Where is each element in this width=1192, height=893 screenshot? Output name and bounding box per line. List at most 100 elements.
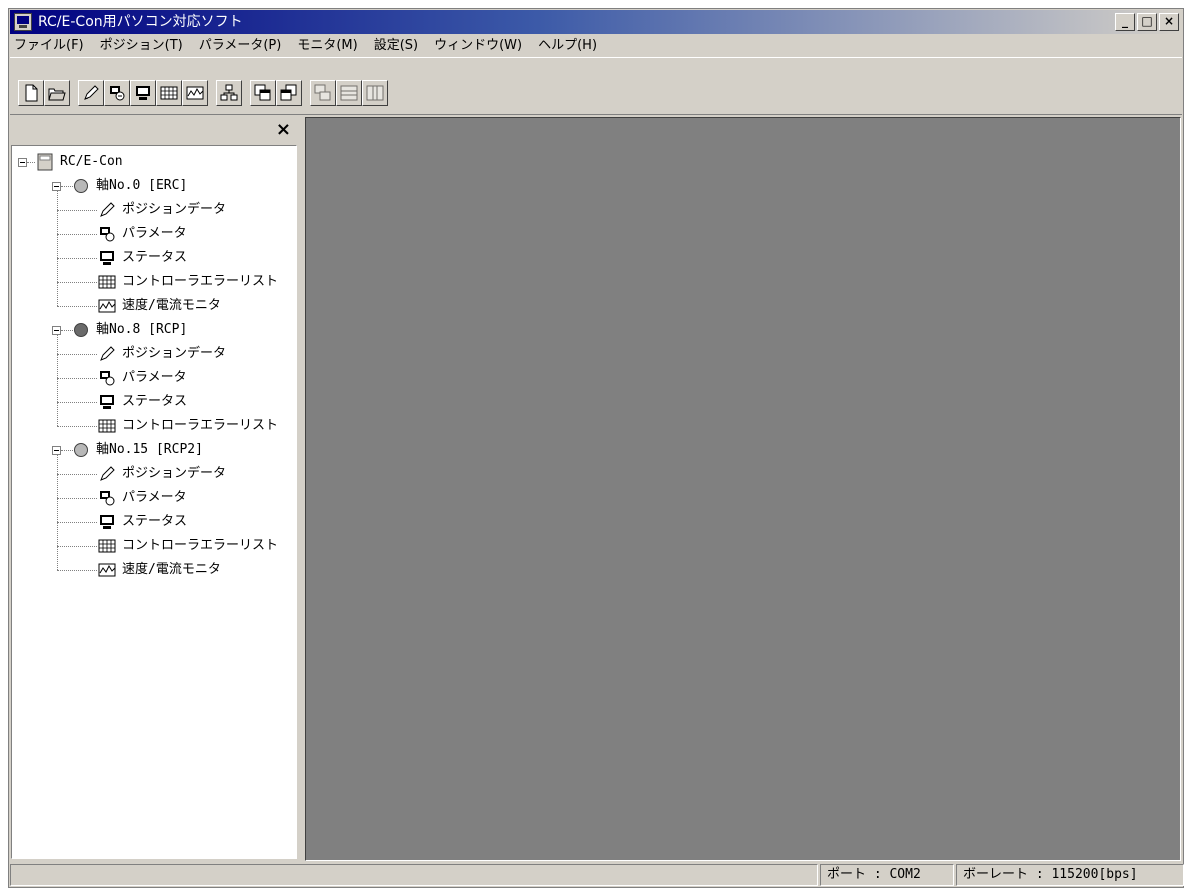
pencil-icon (98, 201, 116, 219)
parameter-button[interactable] (104, 80, 130, 106)
open-button[interactable] (44, 80, 70, 106)
close-button[interactable]: × (1159, 13, 1179, 31)
tree-item-parameter[interactable]: パラメータ (122, 222, 187, 246)
tree-connector (57, 498, 97, 499)
axis-tree-pane: × RC/E-Con 軸No.0 [ERC] ポジションデータ パラメータ ステータスコ… (11, 117, 297, 861)
tree-item-controller-error-list[interactable]: コントローラエラーリスト (122, 534, 278, 558)
tree-connector (57, 258, 97, 259)
pane-close-icon[interactable]: × (276, 120, 291, 140)
pencil-icon (98, 465, 116, 483)
pencil-icon (84, 85, 99, 100)
tree-connector (57, 426, 97, 427)
tree-connector (57, 402, 97, 403)
axis-status-icon (74, 443, 88, 457)
cascade-button[interactable] (310, 80, 336, 106)
tree-item-parameter[interactable]: パラメータ (122, 486, 187, 510)
axis-status-icon (74, 179, 88, 193)
app-icon[interactable] (14, 13, 32, 31)
axis-status-icon (74, 323, 88, 337)
tile-horizontal-button[interactable] (336, 80, 362, 106)
menu-position[interactable]: ポジション(T) (92, 35, 191, 57)
tree-connector (57, 522, 97, 523)
new-file-button[interactable] (18, 80, 44, 106)
caption-buttons: _ □ × (1113, 13, 1179, 31)
tree-axis-label[interactable]: 軸No.8 [RCP] (96, 318, 187, 342)
tile-vertical-icon (366, 85, 384, 101)
menu-parameter[interactable]: パラメータ(P) (191, 35, 290, 57)
menu-window[interactable]: ウィンドウ(W) (426, 35, 530, 57)
copy-window-button[interactable] (250, 80, 276, 106)
axis-tree[interactable]: RC/E-Con 軸No.0 [ERC] ポジションデータ パラメータ ステータス コント… (11, 145, 297, 859)
tree-item-position-data[interactable]: ポジションデータ (122, 198, 226, 222)
collapse-toggle[interactable] (52, 446, 61, 455)
chart-icon (98, 561, 116, 579)
error-list-icon (98, 537, 116, 555)
tile-horizontal-icon (340, 85, 358, 101)
collapse-toggle[interactable] (52, 326, 61, 335)
collapse-toggle[interactable] (52, 182, 61, 191)
tree-axis-label[interactable]: 軸No.0 [ERC] (96, 174, 187, 198)
speed-monitor-button[interactable] (182, 80, 208, 106)
tree-item-status[interactable]: ステータス (122, 246, 187, 270)
tile-vertical-button[interactable] (362, 80, 388, 106)
minimize-button[interactable]: _ (1115, 13, 1135, 31)
controller-icon (36, 153, 54, 171)
maximize-button[interactable]: □ (1137, 13, 1157, 31)
parameter-icon (98, 369, 116, 387)
status-button[interactable] (130, 80, 156, 106)
tree-axis-label[interactable]: 軸No.15 [RCP2] (96, 438, 203, 462)
tree-connector (57, 234, 97, 235)
cascade-icon (314, 84, 331, 101)
tree-connector (57, 378, 97, 379)
tree-item-speed-current-monitor[interactable]: 速度/電流モニタ (122, 558, 221, 582)
tree-connector (57, 354, 97, 355)
tree-connector (57, 335, 58, 426)
paste-window-icon (280, 84, 297, 101)
tree-pane-header: × (11, 117, 297, 143)
tree-item-status[interactable]: ステータス (122, 390, 187, 414)
tree-connector (57, 191, 58, 306)
monitor-icon (98, 393, 116, 411)
error-list-icon (98, 417, 116, 435)
tree-connector (57, 306, 97, 307)
menu-bar: ファイル(F) ポジション(T) パラメータ(P) モニタ(M) 設定(S) ウ… (10, 35, 1182, 57)
tree-item-position-data[interactable]: ポジションデータ (122, 342, 226, 366)
tree-root-label[interactable]: RC/E-Con (60, 150, 123, 174)
toolbar (10, 57, 1182, 115)
error-list-icon (98, 273, 116, 291)
status-message (10, 864, 818, 886)
tree-connector (61, 450, 73, 451)
tree-connector (57, 474, 97, 475)
tree-item-position-data[interactable]: ポジションデータ (122, 462, 226, 486)
monitor-icon (98, 513, 116, 531)
error-list-button[interactable] (156, 80, 182, 106)
menu-file[interactable]: ファイル(F) (10, 35, 92, 57)
parameter-icon (98, 489, 116, 507)
tree-item-parameter[interactable]: パラメータ (122, 366, 187, 390)
chart-icon (186, 86, 204, 100)
tree-connector (27, 162, 35, 163)
tree-connector (57, 210, 97, 211)
status-baudrate: ボーレート : 115200[bps] (956, 864, 1184, 886)
network-icon (220, 84, 238, 101)
monitor-icon (98, 249, 116, 267)
menu-help[interactable]: ヘルプ(H) (530, 35, 605, 57)
new-file-icon (25, 84, 38, 102)
collapse-toggle[interactable] (18, 158, 27, 167)
error-list-icon (160, 86, 178, 100)
title-bar[interactable]: RC/E-Con用パソコン対応ソフト _ □ × (10, 10, 1182, 34)
tree-connector (57, 546, 97, 547)
paste-window-button[interactable] (276, 80, 302, 106)
mdi-workspace[interactable] (305, 117, 1181, 861)
menu-settings[interactable]: 設定(S) (366, 35, 426, 57)
tree-item-speed-current-monitor[interactable]: 速度/電流モニタ (122, 294, 221, 318)
axis-connect-button[interactable] (216, 80, 242, 106)
tree-item-controller-error-list[interactable]: コントローラエラーリスト (122, 270, 278, 294)
position-edit-button[interactable] (78, 80, 104, 106)
menu-monitor[interactable]: モニタ(M) (289, 35, 365, 57)
parameter-icon (110, 86, 125, 101)
tree-item-controller-error-list[interactable]: コントローラエラーリスト (122, 414, 278, 438)
pencil-icon (98, 345, 116, 363)
tree-item-status[interactable]: ステータス (122, 510, 187, 534)
tree-connector (61, 186, 73, 187)
